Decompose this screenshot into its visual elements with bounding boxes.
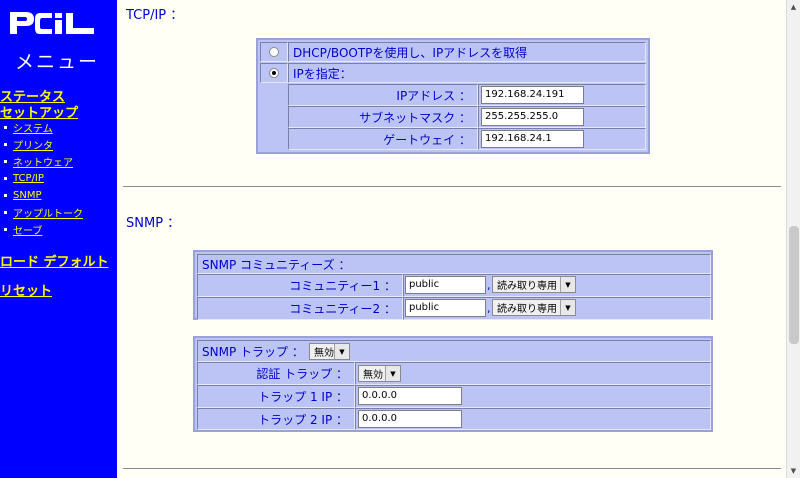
community2-label: コミュニティー2 ： [289,302,396,316]
community2-input[interactable]: public [405,299,486,317]
reset-link[interactable]: リセット [0,280,52,299]
scroll-up-arrow-icon[interactable]: ▲ [787,0,800,14]
trap2-ip-input[interactable]: 0.0.0.0 [358,410,462,428]
vertical-scrollbar[interactable]: ▲ ▼ [786,0,800,478]
scroll-down-arrow-icon[interactable]: ▼ [787,464,800,478]
subnet-label-cell: サブネットマスク ： [288,106,478,128]
community1-label: コミュニティー1 ： [289,279,396,293]
trap-label: SNMP トラップ ： [202,344,304,359]
nav-item-netware: ネットウェア [4,153,83,170]
gateway-label-cell: ゲートウェイ ： [288,128,478,150]
nav-item-system: システム [4,119,83,136]
bullet-icon [4,228,7,231]
community1-label-cell: コミュニティー1 ： [197,274,403,297]
trap2-label: トラップ 2 IP ： [258,412,348,427]
bullet-icon [4,211,7,214]
chevron-down-icon: ▼ [334,344,349,359]
auth-trap-select[interactable]: 無効 ▼ [358,365,401,382]
auth-trap-select-cell [355,362,711,385]
gateway-input[interactable]: 192.168.24.1 [481,130,584,148]
dhcp-label-cell: DHCP/BOOTPを使用し、IPアドレスを取得 [288,42,646,62]
bullet-icon [4,160,7,163]
tcpip-panel: DHCP/BOOTPを使用し、IPアドレスを取得 IPを指定： IPアドレス ：… [256,38,650,154]
ip-specify-label-cell: IPを指定： [288,63,646,83]
nav-item-snmp: SNMP [4,187,83,204]
bullet-icon [4,194,7,197]
community1-access-select[interactable]: 読み取り専用 ▼ [492,276,576,293]
chevron-down-icon: ▼ [560,300,575,315]
community2-label-cell: コミュニティー2 ： [197,297,403,320]
section-divider [123,186,781,188]
nav-link-save[interactable]: セーブ [13,222,42,237]
snmp-communities-panel: SNMP コミュニティーズ ： コミュニティー1 ： public , 読み取り… [193,250,713,320]
scrollbar-thumb[interactable] [789,226,799,344]
dhcp-label: DHCP/BOOTPを使用し、IPアドレスを取得 [293,45,528,60]
nav-link-printer[interactable]: プリンタ [13,137,53,152]
community1-comma: , [487,279,491,292]
ip-address-input[interactable]: 192.168.24.191 [481,86,584,104]
ip-specify-label: IPを指定： [293,66,352,81]
community2-access-select[interactable]: 読み取り専用 ▼ [492,299,576,316]
bullet-icon [4,126,7,129]
indent-spacer [260,84,288,150]
trap1-label: トラップ 1 IP ： [258,390,348,404]
menu-title: メニュー [15,51,100,73]
subnet-label: サブネットマスク ： [359,110,471,125]
ip-specify-radio-cell [260,63,288,83]
trap-select[interactable]: 無効 ▼ [309,343,350,360]
bullet-icon [4,177,7,180]
nav-item-printer: プリンタ [4,136,83,153]
sidebar: メニュー ステータス セットアップ システム プリンタ ネットウェア TCP/I… [0,0,117,478]
nav-item-appletalk: アップルトーク [4,204,83,221]
load-default-link[interactable]: ロード デフォルト [0,251,109,270]
auth-trap-select-value: 無効 [363,370,383,381]
auth-trap-label-cell: 認証 トラップ ： [197,362,355,385]
trap-select-value: 無効 [314,348,334,359]
nav-link-netware[interactable]: ネットウェア [13,154,73,169]
nav-item-save: セーブ [4,221,83,238]
community2-access-value: 読み取り専用 [497,304,557,315]
trap1-ip-input[interactable]: 0.0.0.0 [358,387,462,405]
gateway-label: ゲートウェイ ： [383,132,471,147]
nav-item-tcpip: TCP/IP [4,170,83,187]
chevron-down-icon: ▼ [385,366,400,381]
trap2-label-cell: トラップ 2 IP ： [197,408,355,430]
dhcp-radio-cell [260,42,288,62]
community1-input[interactable]: public [405,276,486,294]
communities-header-cell: SNMP コミュニティーズ ： [197,254,711,274]
community1-access-value: 読み取り専用 [497,281,557,292]
nav-link-snmp[interactable]: SNMP [13,190,42,201]
auth-trap-label: 認証 トラップ ： [256,367,348,381]
snmp-heading: SNMP ： [126,216,181,231]
trap-header-cell: SNMP トラップ ： [197,340,711,362]
trap1-label-cell: トラップ 1 IP ： [197,385,355,408]
setup-submenu: システム プリンタ ネットウェア TCP/IP SNMP アップルトーク セーブ [4,119,83,238]
nav-link-tcpip[interactable]: TCP/IP [13,173,44,184]
pci-logo [10,12,94,34]
ip-specify-radio[interactable] [269,68,279,78]
snmp-trap-panel: SNMP トラップ ： 無効 ▼ 認証 トラップ ： 無効 ▼ トラップ 1 I… [193,336,713,432]
bullet-icon [4,143,7,146]
dhcp-radio[interactable] [269,47,279,57]
nav-link-system[interactable]: システム [13,120,53,135]
chevron-down-icon: ▼ [560,277,575,292]
tcpip-heading: TCP/IP ： [126,8,184,23]
nav-link-appletalk[interactable]: アップルトーク [13,205,83,220]
section-divider [123,468,781,470]
community2-comma: , [487,302,491,315]
communities-header: SNMP コミュニティーズ ： [202,257,351,272]
ip-address-label: IPアドレス ： [396,88,471,103]
radio-selected-dot [272,71,276,75]
ip-address-label-cell: IPアドレス ： [288,84,478,106]
subnet-input[interactable]: 255.255.255.0 [481,108,584,126]
